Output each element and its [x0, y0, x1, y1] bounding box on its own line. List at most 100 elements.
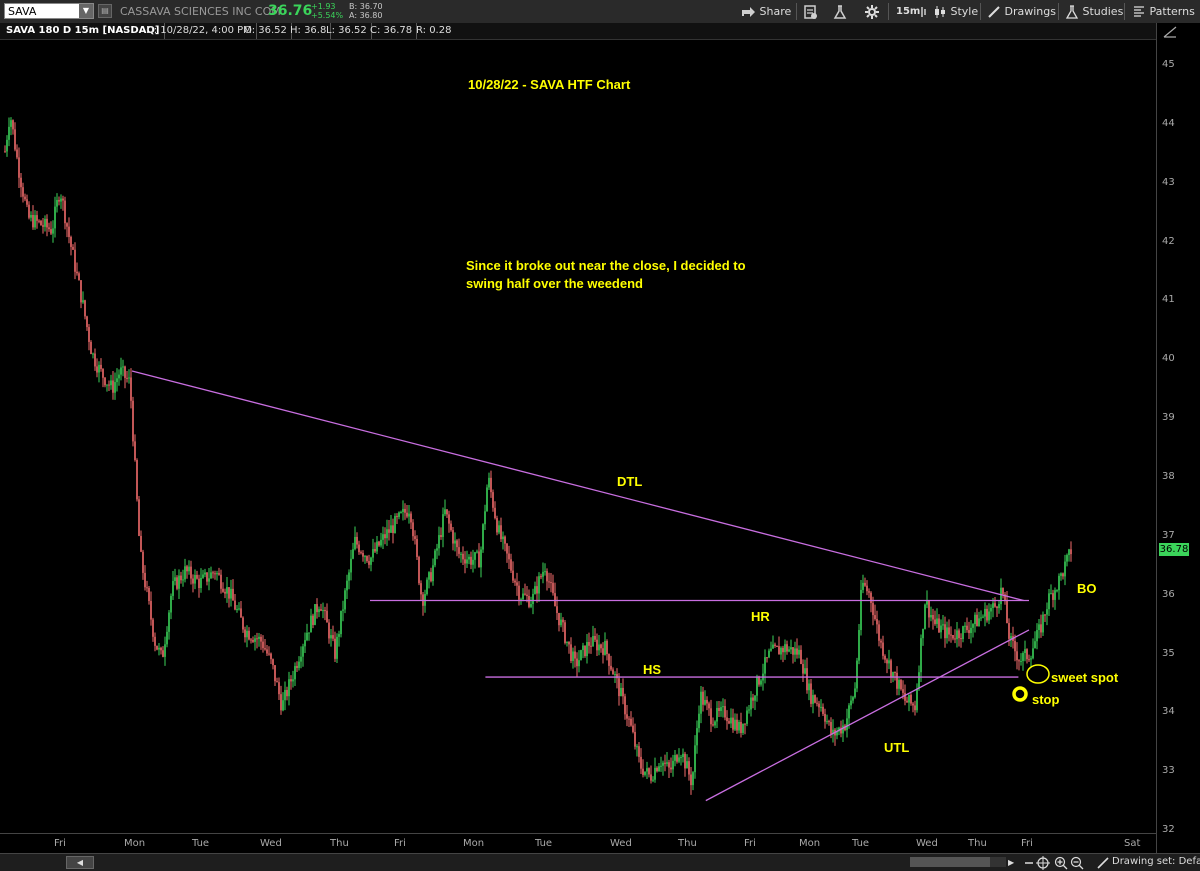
- trendlines[interactable]: [131, 370, 1030, 802]
- time-label: Tue: [535, 838, 553, 849]
- trendline-utl[interactable]: [705, 629, 1030, 802]
- drawings-button[interactable]: Drawings: [987, 2, 1056, 21]
- candle-body: [920, 638, 922, 673]
- candle-body: [222, 588, 224, 592]
- candle-body: [66, 223, 68, 227]
- candle-body: [472, 559, 474, 565]
- candle-body: [234, 600, 236, 610]
- time-axis[interactable]: Fri Mon Tue Wed Thu Fri Mon Tue Wed Thu Fri Mon Tue W…: [0, 833, 1156, 854]
- candle-body: [266, 649, 268, 654]
- candle-body: [464, 559, 466, 564]
- candle-body: [174, 577, 176, 582]
- crosshair-icon[interactable]: [1036, 856, 1050, 870]
- horizontal-scrollbar[interactable]: [910, 857, 1006, 867]
- templates-icon: [804, 5, 817, 19]
- symbol-options-icon[interactable]: ▤: [98, 4, 112, 18]
- scale-icon[interactable]: [1162, 25, 1178, 39]
- candle-body: [560, 619, 562, 626]
- candle-body: [818, 703, 820, 708]
- candle-body: [650, 774, 652, 781]
- candle-body: [374, 549, 376, 552]
- share-button[interactable]: Share: [740, 2, 791, 21]
- sweet-spot-marker: [1026, 664, 1050, 684]
- candle-body: [492, 492, 494, 508]
- time-label: Tue: [852, 838, 870, 849]
- candle-body: [42, 225, 44, 227]
- candle-body: [858, 630, 860, 661]
- candle-body: [796, 648, 798, 655]
- style-button[interactable]: Style: [933, 2, 978, 21]
- candle-body: [310, 615, 312, 633]
- studies-button[interactable]: Studies: [1065, 2, 1123, 21]
- candle-body: [166, 631, 168, 645]
- candle-body: [566, 641, 568, 643]
- timeframe-button[interactable]: 15m: [896, 2, 920, 21]
- patterns-button[interactable]: Patterns: [1132, 2, 1195, 21]
- candle-body: [332, 635, 334, 639]
- stop-marker: [1012, 686, 1028, 702]
- price-axis[interactable]: [1156, 23, 1200, 853]
- candle-body: [108, 384, 110, 386]
- candle-body: [1060, 573, 1062, 576]
- top-toolbar: SAVA ▼ ▤ CASSAVA SCIENCES INC COM 36.76 …: [0, 0, 1200, 24]
- candle-body: [12, 120, 14, 130]
- candle-body: [446, 509, 448, 515]
- candle-body: [226, 587, 228, 594]
- candle-body: [652, 779, 654, 781]
- zoom-in-icon[interactable]: [1054, 856, 1068, 870]
- time-label: Mon: [463, 838, 485, 849]
- candle-body: [328, 622, 330, 639]
- magnifier-minus-icon[interactable]: [1070, 856, 1084, 870]
- trendline-dtl[interactable]: [131, 370, 1024, 602]
- time-label: Wed: [610, 838, 632, 849]
- candle-body: [346, 580, 348, 591]
- candle-body: [666, 762, 668, 764]
- candle-body: [512, 570, 514, 581]
- candle-body: [918, 672, 920, 689]
- symbol-input[interactable]: SAVA ▼: [4, 3, 94, 19]
- candle-body: [974, 614, 976, 625]
- candle-body: [158, 647, 160, 650]
- chevron-down-icon[interactable]: ▼: [79, 4, 93, 18]
- scrollbar-thumb[interactable]: [910, 857, 990, 867]
- timeframe-options[interactable]: [920, 2, 928, 21]
- settings-button[interactable]: [864, 2, 880, 21]
- candle-body: [408, 513, 410, 517]
- candle-body: [888, 660, 890, 664]
- candle-body: [102, 368, 104, 378]
- candle-body: [90, 341, 92, 355]
- candle-body: [420, 583, 422, 595]
- candle-body: [870, 592, 872, 603]
- price-label: 43: [1162, 176, 1175, 188]
- candle-body: [276, 681, 278, 683]
- candle-body: [602, 648, 604, 655]
- candle-body: [250, 639, 252, 641]
- price-chart[interactable]: [0, 40, 1156, 834]
- candle-body: [1026, 649, 1028, 660]
- candle-body: [990, 608, 992, 612]
- timeframe-options-icon: [921, 7, 926, 17]
- share-label: Share: [759, 5, 792, 18]
- candle-body: [914, 705, 916, 711]
- chart-templates-button[interactable]: [802, 2, 818, 21]
- pencil-draw-icon[interactable]: [1096, 856, 1110, 870]
- candle-body: [290, 679, 292, 682]
- candle-body: [1028, 659, 1030, 661]
- candle-body: [782, 647, 784, 653]
- drawing-set-label[interactable]: Drawing set: Default: [1112, 856, 1200, 867]
- price-label: 44: [1162, 117, 1175, 129]
- candle-body: [466, 559, 468, 564]
- candle-body: [304, 640, 306, 647]
- scroll-left-button[interactable]: ◀: [66, 856, 94, 869]
- candle-body: [894, 672, 896, 674]
- candle-body: [416, 538, 418, 557]
- candle-body: [298, 661, 300, 668]
- zoom-out-icon[interactable]: [1022, 856, 1036, 870]
- candle-body: [88, 327, 90, 342]
- candle-body: [78, 273, 80, 281]
- flask-button[interactable]: [832, 2, 848, 21]
- candle-body: [686, 761, 688, 769]
- bar-open: O: 36.52: [240, 23, 292, 39]
- candle-body: [620, 687, 622, 697]
- scroll-right-button[interactable]: ▶: [1008, 856, 1020, 869]
